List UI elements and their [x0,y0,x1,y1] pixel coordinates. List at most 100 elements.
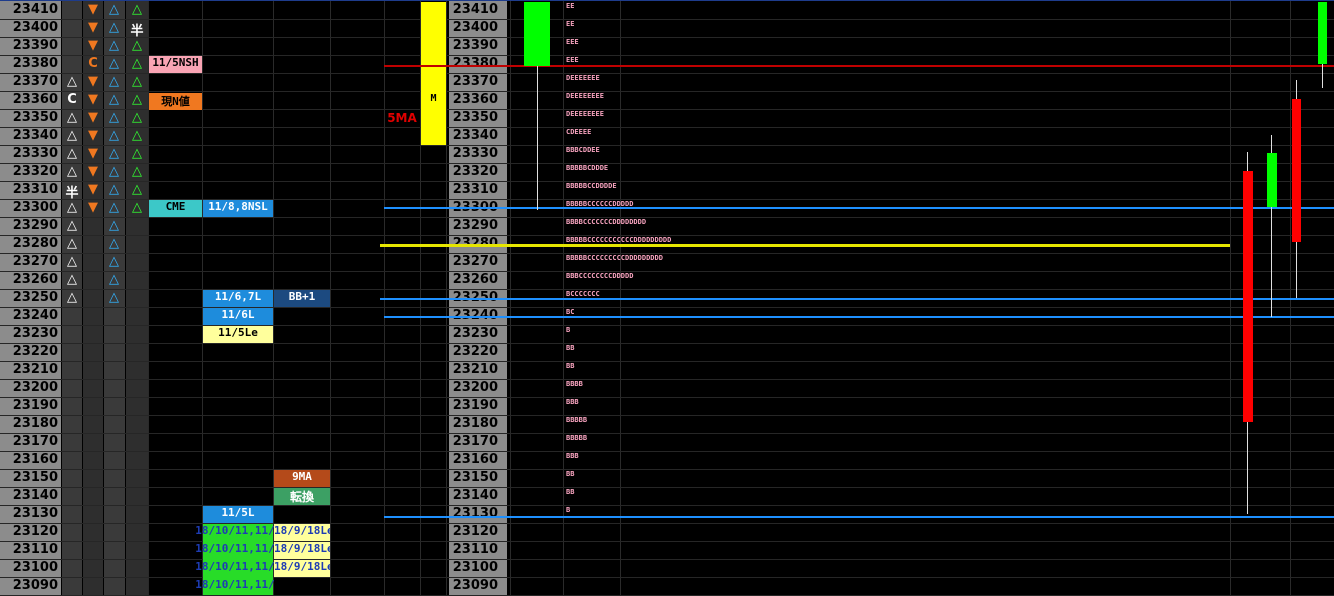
grid-hline [0,505,1334,506]
status-symbol-b: ▼ [88,200,98,215]
tpo-row: EEE [566,38,579,46]
grid-hline [0,325,1334,326]
status-symbol-a: △ [67,74,77,89]
tag-yellow-row: 18/9/18Le [274,524,330,541]
tag-green-row: 18/10/11,11/ [195,524,275,537]
price-label-right: 23100 [452,560,498,575]
price-label-left: 23370 [12,74,58,89]
price-label-left: 23220 [12,344,58,359]
tpo-row: BBBBBCCCCCCDDDDD [566,200,634,208]
tpo-row: BBBBB [566,416,588,424]
price-label-left: 23330 [12,146,58,161]
price-label-left: 23240 [12,308,58,323]
price-label-right: 23120 [452,524,498,539]
m-marker-label: M [430,93,437,104]
price-label-left: 23360 [12,92,58,107]
status-symbol-b: ▼ [88,20,98,35]
price-label-right: 23400 [452,20,498,35]
candle-down [1243,171,1253,422]
tag-9ma: 9MA [274,470,330,487]
status-symbol-a: △ [67,254,77,269]
price-label-right: 23360 [452,92,498,107]
price-label-right: 23350 [452,110,498,125]
grid-hline [0,469,1334,470]
price-label-right: 23190 [452,398,498,413]
price-label-left: 23250 [12,290,58,305]
candle-up [1267,153,1277,207]
price-label-left: 23340 [12,128,58,143]
status-symbol-d: △ [132,200,142,215]
status-symbol-c: △ [109,182,119,197]
price-label-right: 23410 [452,2,498,17]
price-label-right: 23340 [452,128,498,143]
price-label-right: 23270 [452,254,498,269]
tpo-row: BBB [566,398,579,406]
tpo-row: BBBBB [566,434,588,442]
status-symbol-d: △ [132,182,142,197]
status-symbol-a: △ [67,146,77,161]
tag-11-5-nsh: 11/5NSH [149,56,202,73]
price-label-right: 23370 [452,74,498,89]
status-symbol-c: △ [109,254,119,269]
status-symbol-b: C [88,56,98,71]
status-symbol-c: △ [109,38,119,53]
tpo-row: DEEEEEEEE [566,92,604,100]
tag-green-row: 18/10/11,11/ [195,578,275,591]
price-label-left: 23350 [12,110,58,125]
tpo-row: BBBBBCCCCCCCCCDDDDDDDDD [566,254,663,262]
grid-hline [0,127,1334,128]
status-symbol-b: ▼ [88,2,98,17]
status-symbol-a: C [67,92,77,107]
candle-up [1318,2,1327,64]
price-label-left: 23380 [12,56,58,71]
tag-cme: CME [149,200,202,217]
grid-hline [0,451,1334,452]
tag-green-row: 18/10/11,11/ [195,560,275,573]
status-symbol-c: △ [109,20,119,35]
status-symbol-c: △ [109,2,119,17]
grid-hline [0,37,1334,38]
tpo-row: BB [566,344,575,352]
price-label-left: 23390 [12,38,58,53]
tpo-row: BB [566,470,575,478]
price-label-left: 23160 [12,452,58,467]
tpo-row: DEEEEEEEE [566,110,604,118]
price-label-left: 23200 [12,380,58,395]
status-symbol-c: △ [109,200,119,215]
price-label-left: 23210 [12,362,58,377]
tag-yellow-row: 18/9/18Le [274,560,330,577]
grid-hline [0,217,1334,218]
grid-hline [0,379,1334,380]
price-label-right: 23320 [452,164,498,179]
price-label-right: 23170 [452,434,498,449]
level-line-blue [384,516,1334,518]
status-symbol-c: △ [109,74,119,89]
price-label-left: 23130 [12,506,58,521]
tag-11-8-nsl: 11/8,8NSL [203,200,273,217]
status-symbol-b: ▼ [88,182,98,197]
tag-current-n: 現N値 [149,93,202,110]
tag-green-row: 18/10/11,11/ [195,542,275,555]
candle-up [524,2,550,66]
status-symbol-d: △ [132,146,142,161]
status-symbol-a: △ [67,236,77,251]
price-label-left: 23260 [12,272,58,287]
grid-hline [0,289,1334,290]
grid-hline [0,91,1334,92]
tpo-row: BBBBCCCCCCCDDDDDDDD [566,218,647,226]
status-symbol-a: △ [67,290,77,305]
status-symbol-d: △ [132,56,142,71]
price-label-left: 23170 [12,434,58,449]
price-label-right: 23180 [452,416,498,431]
grid-hline [0,73,1334,74]
status-symbol-a: △ [67,164,77,179]
price-label-right: 23300 [452,200,498,215]
price-label-right: 23090 [452,578,498,593]
price-label-right: 23160 [452,452,498,467]
price-label-left: 23300 [12,200,58,215]
level-line-blue [384,316,1334,318]
tag-11-5le: 11/5Le [203,326,273,343]
status-symbol-d: △ [132,164,142,179]
grid-hline [0,433,1334,434]
grid-hline [0,361,1334,362]
